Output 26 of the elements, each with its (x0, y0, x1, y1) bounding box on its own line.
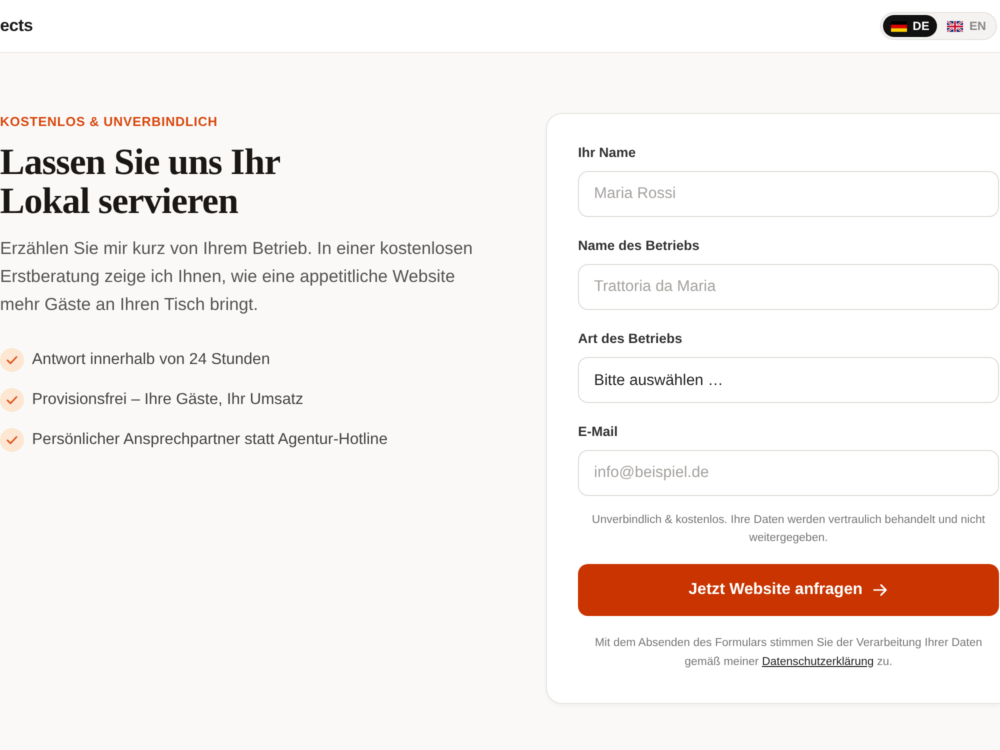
benefit-text: Provisionsfrei – Ihre Gäste, Ihr Umsatz (32, 390, 304, 410)
language-option[interactable]: DE (882, 15, 938, 37)
site-logo[interactable]: ects (0, 16, 33, 36)
submit-button[interactable]: Jetzt Website anfragen (578, 564, 999, 616)
check-icon (0, 348, 24, 372)
input-field[interactable]: Maria Rossi (578, 171, 999, 217)
field-label: Art des Betriebs (578, 331, 684, 347)
privacy-note: Unverbindlich & kostenlos. Ihre Daten werden vertraulich behandelt und nicht weitergegeben. (590, 513, 986, 546)
field-label: Name des Betriebs (578, 238, 701, 254)
benefit-text: Persönlicher Ansprechpartner statt Agentur-Hotline (32, 430, 388, 450)
arrow-right-icon (872, 582, 888, 598)
field-label: E-Mail (578, 424, 619, 440)
select-field[interactable]: Bitte auswählen … (578, 357, 999, 403)
field-label: Ihr Name (578, 145, 637, 161)
input-field[interactable]: Trattoria da Maria (578, 264, 999, 310)
check-icon (0, 428, 24, 452)
intro-paragraph: Erzählen Sie mir kurz von Ihrem Betrieb. In einer kostenlosen Erstberatung zeige ich Ihnen, wie eine appetitliche Website mehr Gäste an Ihren Tisch bringt. (0, 237, 474, 316)
eyebrow-label: KOSTENLOS & UNVERBINDLICH (0, 114, 219, 130)
uk-flag-icon (947, 20, 964, 32)
input-field[interactable]: info@beispiel.de (578, 450, 999, 496)
page-heading: Lassen Sie uns Ihr Lokal servieren (0, 143, 281, 221)
german-flag-icon (890, 20, 907, 32)
privacy-policy-link[interactable]: Datenschutzerklärung (762, 656, 874, 668)
benefit-text: Antwort innerhalb von 24 Stunden (32, 350, 270, 370)
check-icon (0, 388, 24, 412)
consent-text: Mit dem Absenden des Formulars stimmen Sie der Verarbeitung Ihrer Daten gemäß meiner Datenschutzerklärung zu. (594, 636, 984, 670)
